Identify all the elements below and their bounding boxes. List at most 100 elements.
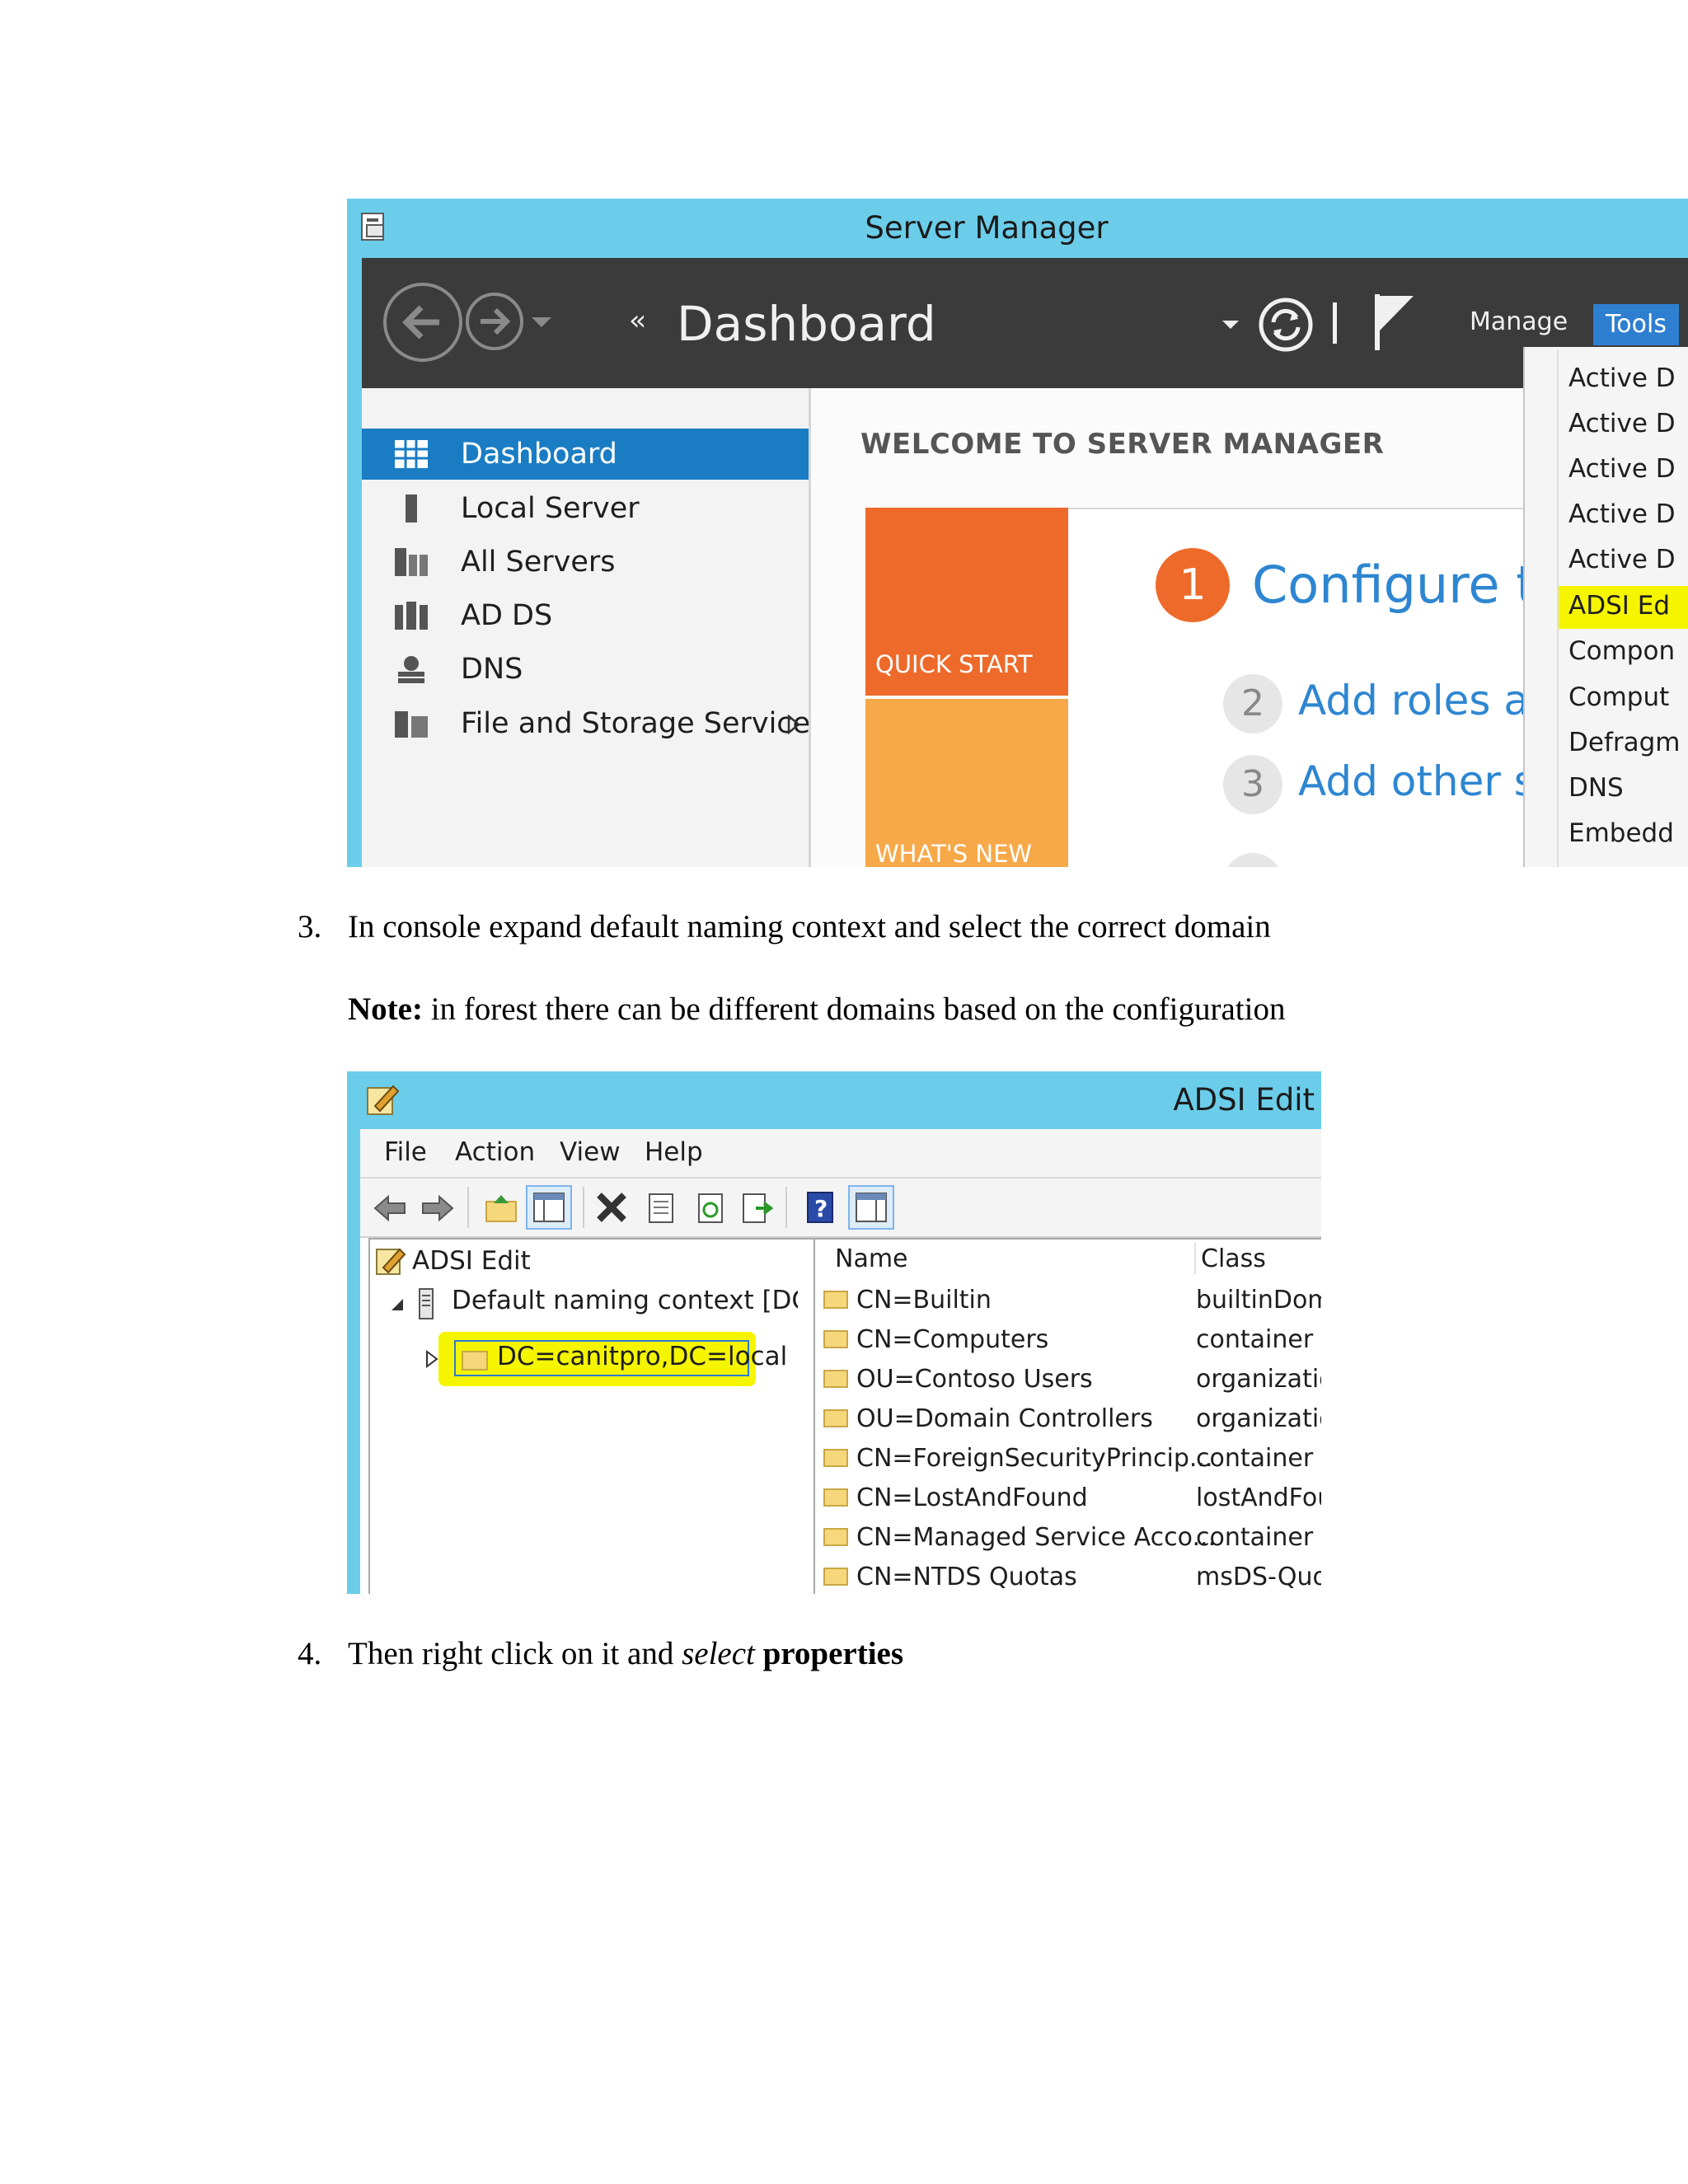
tools-menu[interactable]: Tools [1593,304,1679,345]
menu-item-active-directory-5[interactable]: Active D [1568,537,1688,582]
list-item-class: container [1196,1444,1314,1473]
menu-item-computer-management[interactable]: Comput [1568,675,1688,719]
list-item-class: container [1196,1325,1314,1354]
menu-separator [1557,350,1559,867]
adsi-edit-app-icon [367,1085,400,1115]
column-header-class[interactable]: Class [1201,1240,1321,1279]
list-item-name: CN=LostAndFound [856,1483,1088,1512]
list-item-class: lostAndFou [1196,1483,1321,1512]
list-item[interactable]: CN=LostAndFound lostAndFou [817,1479,1321,1518]
list-item-name: CN=NTDS Quotas [856,1563,1077,1591]
menu-help[interactable]: Help [645,1137,703,1167]
toolbar-separator [583,1187,584,1228]
expanded-triangle-icon[interactable] [390,1297,405,1312]
sidebar-item-label: All Servers [461,546,616,579]
note-label: Note: [348,991,423,1027]
back-icon[interactable] [372,1192,410,1225]
server-manager-screenshot: Server Manager ‹‹ Dashboard Manage Tools… [347,199,1688,867]
export-list-icon[interactable] [741,1192,776,1225]
list-item-name: OU=Domain Controllers [856,1404,1153,1433]
svg-text:?: ? [814,1195,828,1222]
naming-context-icon [419,1288,434,1319]
manage-menu[interactable]: Manage [1470,307,1568,336]
list-item[interactable]: OU=Domain Controllers organizatio [817,1399,1321,1439]
menu-view[interactable]: View [560,1137,621,1167]
toolbar-separator [467,1187,469,1228]
toolbar-separator [785,1187,787,1228]
up-folder-icon[interactable] [484,1192,518,1225]
step-3-number: 3. [298,909,322,944]
step-4-properties: properties [762,1636,904,1671]
list-item-name: CN=ForeignSecurityPrincip... [856,1444,1213,1473]
menu-item-defragment[interactable]: Defragm [1568,720,1688,765]
step-3-text: In console expand default naming context… [348,909,1271,944]
notifications-flag-icon[interactable] [1372,291,1422,354]
history-dropdown-icon[interactable] [530,316,553,330]
refresh-icon[interactable] [695,1192,726,1225]
list-item[interactable]: CN=NTDS Quotas msDS-Quo [817,1558,1321,1594]
sidebar-item-label: DNS [461,653,523,686]
refresh-dropdown-icon[interactable] [1221,319,1240,332]
servers-icon [395,548,428,576]
console-tree-icon [533,1193,565,1222]
list-item[interactable]: OU=Contoso Users organizatio [817,1360,1321,1399]
sidebar-item-ad-ds[interactable]: AD DS [362,590,809,641]
menu-action[interactable]: Action [455,1137,535,1167]
step-2-number: 2 [1223,674,1282,733]
show-console-tree-button[interactable] [526,1185,572,1230]
tree-selected-domain-label[interactable]: DC=canitpro,DC=local [497,1342,787,1371]
sidebar-item-local-server[interactable]: Local Server [362,483,809,534]
menu-item-active-directory-3[interactable]: Active D [1568,447,1688,491]
show-action-pane-button[interactable] [848,1185,894,1230]
properties-icon[interactable] [645,1192,677,1225]
menu-file[interactable]: File [384,1137,427,1167]
sidebar-item-label: AD DS [461,599,553,632]
list-item[interactable]: CN=Builtin builtinDom [817,1281,1321,1320]
menu-item-active-directory-2[interactable]: Active D [1568,401,1688,446]
folder-icon [823,1291,848,1309]
list-item-class: builtinDom [1196,1286,1321,1315]
menu-item-adsi-edit[interactable]: ADSI Ed [1568,583,1688,628]
list-item-class: organizatio [1196,1404,1321,1433]
breadcrumb-chevrons: ‹‹ [629,304,646,337]
list-item[interactable]: CN=Computers container [817,1320,1321,1360]
column-divider[interactable] [1194,1243,1196,1274]
storage-icon [395,711,428,738]
adds-icon [395,602,428,630]
action-pane-icon [856,1193,887,1222]
header-divider [1333,302,1337,344]
chevron-right-icon [787,715,800,734]
sidebar-item-all-servers[interactable]: All Servers [362,537,809,588]
adsi-edit-screenshot: ADSI Edit File Action View Help ? ADSI E… [347,1071,1321,1594]
step-4-number: 4. [298,1636,322,1671]
list-item-name: OU=Contoso Users [856,1365,1093,1394]
folder-icon [823,1568,848,1586]
step-3-link[interactable]: Add other se [1298,757,1561,805]
forward-icon[interactable] [418,1192,456,1225]
delete-icon[interactable] [594,1190,629,1225]
list-item-name: CN=Computers [856,1325,1049,1354]
menu-item-embedded[interactable]: Embedd [1568,811,1688,855]
menu-item-active-directory-1[interactable]: Active D [1568,356,1688,401]
sidebar-item-file-and-storage[interactable]: File and Storage Services [362,698,825,749]
list-item[interactable]: CN=Managed Service Acco... container [817,1518,1321,1558]
tree-root-label[interactable]: ADSI Edit [412,1246,531,1276]
folder-icon [462,1351,488,1371]
list-item-class: organizatio [1196,1365,1321,1394]
list-item[interactable]: CN=ForeignSecurityPrincip... container [817,1439,1321,1479]
step-3-number: 3 [1223,755,1282,814]
tree-default-naming-context[interactable]: Default naming context [DC.car [452,1286,798,1315]
help-icon[interactable]: ? [805,1190,835,1225]
folder-icon [823,1488,848,1507]
collapsed-triangle-icon[interactable] [424,1350,439,1368]
column-header-name[interactable]: Name [828,1240,1196,1279]
forward-button[interactable] [466,293,523,350]
back-button[interactable] [383,283,462,362]
refresh-icon[interactable] [1257,296,1315,354]
step-4-space [755,1636,763,1671]
menu-item-component-services[interactable]: Compon [1568,629,1688,673]
sidebar-item-dashboard[interactable]: Dashboard [362,429,809,480]
menu-item-dns[interactable]: DNS [1568,766,1688,810]
menu-item-active-directory-4[interactable]: Active D [1568,492,1688,537]
sidebar-item-dns[interactable]: DNS [362,644,809,695]
